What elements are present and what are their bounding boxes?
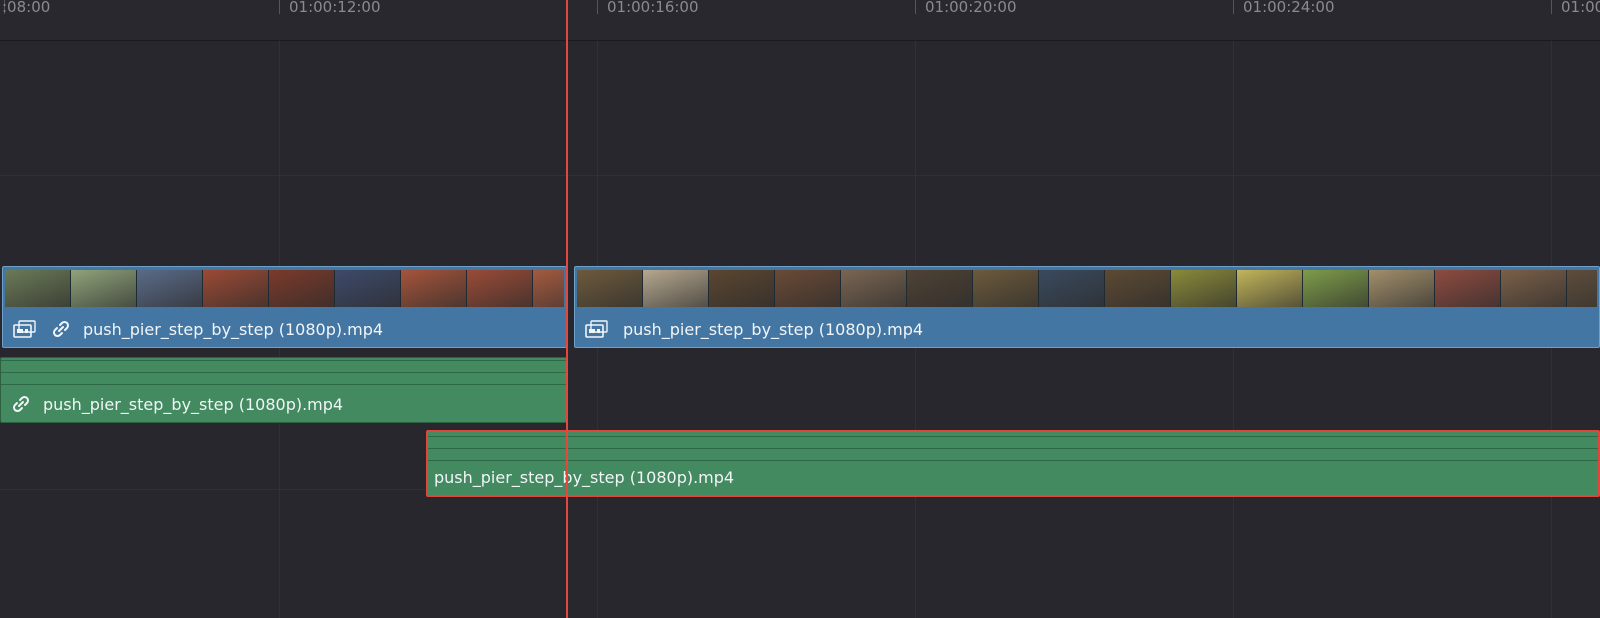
waveform-line: [428, 448, 1598, 449]
tick-mark: [597, 0, 598, 14]
clip-thumbnail: [775, 270, 841, 307]
clip-thumbnail: [1369, 270, 1435, 307]
waveform-line: [428, 460, 1598, 461]
clip-thumbnail: [71, 270, 137, 307]
link-icon: [51, 319, 71, 339]
waveform-line: [1, 360, 566, 361]
clip-thumbnail: [1567, 270, 1597, 307]
clip-thumbnail: [1303, 270, 1369, 307]
waveform-line: [1, 384, 566, 385]
track-separator: [0, 175, 1600, 176]
clip-name: push_pier_step_by_step (1080p).mp4: [623, 319, 924, 339]
timecode-label: :08:00: [2, 0, 51, 16]
timeline-ruler[interactable]: :08:00 01:00:12:00 01:00:16:00 01:00:20:…: [0, 0, 1600, 41]
audio-clip[interactable]: push_pier_step_by_step (1080p).mp4: [0, 357, 567, 423]
clip-thumbnail: [1105, 270, 1171, 307]
clip-thumbnail: [1501, 270, 1567, 307]
playhead[interactable]: [566, 0, 568, 618]
clip-thumbnail: [1237, 270, 1303, 307]
clip-thumbnail: [577, 270, 643, 307]
tick-mark: [915, 0, 916, 14]
clip-name: push_pier_step_by_step (1080p).mp4: [43, 394, 344, 414]
clip-filmstrip: [577, 270, 1597, 307]
timecode-label: 01:00: [1561, 0, 1600, 16]
timecode-label: 01:00:12:00: [289, 0, 381, 16]
multicam-icon: [585, 319, 611, 339]
timecode-label: 01:00:24:00: [1243, 0, 1335, 16]
timeline-tracks[interactable]: push_pier_step_by_step (1080p).mp4 push_…: [0, 41, 1600, 618]
clip-thumbnail: [335, 270, 401, 307]
audio-clip-selected[interactable]: push_pier_step_by_step (1080p).mp4: [426, 430, 1600, 497]
video-clip[interactable]: push_pier_step_by_step (1080p).mp4: [2, 266, 567, 348]
timecode-label: 01:00:20:00: [925, 0, 1017, 16]
clip-thumbnail: [5, 270, 71, 307]
clip-thumbnail: [1039, 270, 1105, 307]
tick-mark: [1233, 0, 1234, 14]
clip-name: push_pier_step_by_step (1080p).mp4: [83, 319, 384, 339]
timecode-label: 01:00:16:00: [607, 0, 699, 16]
clip-thumbnail: [1171, 270, 1237, 307]
clip-filmstrip: [5, 270, 564, 307]
video-clip[interactable]: push_pier_step_by_step (1080p).mp4: [574, 266, 1600, 348]
waveform-line: [428, 436, 1598, 437]
clip-name: push_pier_step_by_step (1080p).mp4: [434, 468, 735, 487]
clip-thumbnail: [643, 270, 709, 307]
clip-thumbnail: [401, 270, 467, 307]
multicam-icon: [13, 319, 39, 339]
clip-thumbnail: [1435, 270, 1501, 307]
waveform-line: [1, 372, 566, 373]
clip-thumbnail: [973, 270, 1039, 307]
clip-thumbnail: [203, 270, 269, 307]
clip-thumbnail: [467, 270, 533, 307]
clip-thumbnail: [137, 270, 203, 307]
link-icon: [11, 394, 31, 414]
clip-thumbnail: [841, 270, 907, 307]
tick-mark: [1551, 0, 1552, 14]
clip-thumbnail: [709, 270, 775, 307]
clip-thumbnail: [907, 270, 973, 307]
tick-mark: [279, 0, 280, 14]
clip-thumbnail: [533, 270, 564, 307]
clip-thumbnail: [269, 270, 335, 307]
